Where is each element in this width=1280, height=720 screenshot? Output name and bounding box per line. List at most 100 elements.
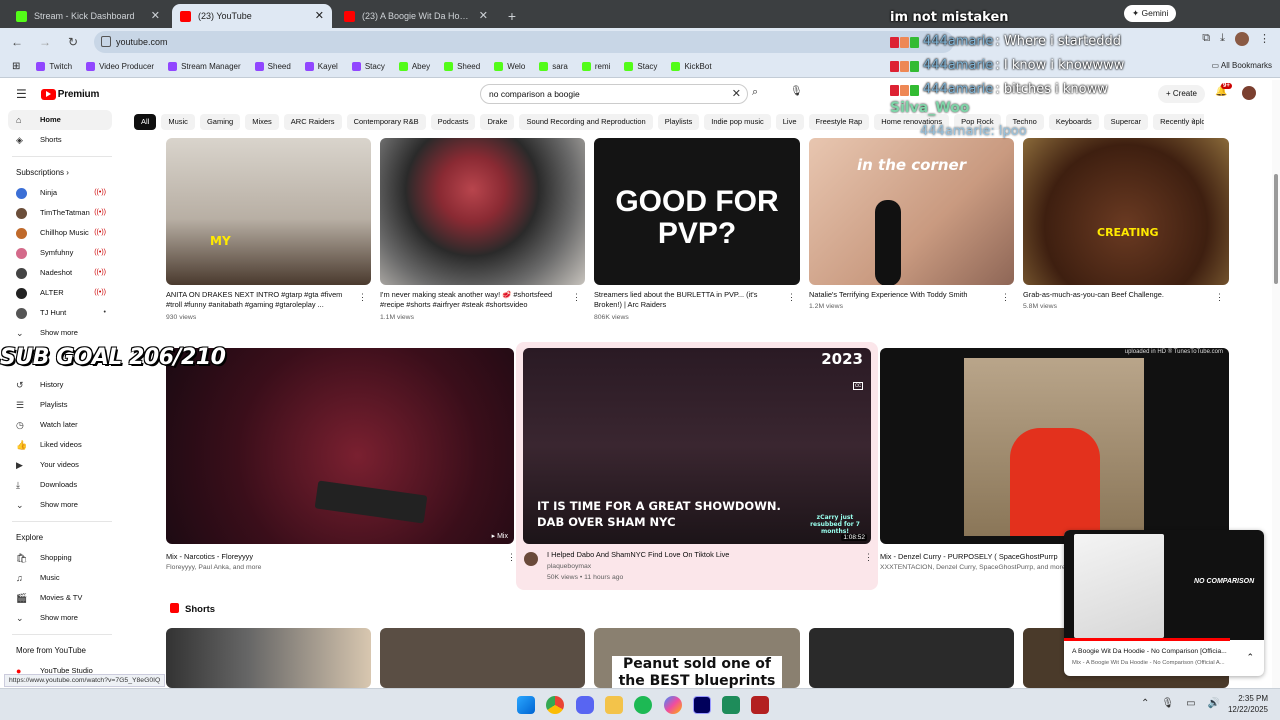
sidebar-item-music[interactable]: ♫ Music [0, 568, 124, 588]
sidebar-item-downloads[interactable]: ⤓ Downloads [0, 475, 124, 495]
more-options-icon[interactable]: ⋮ [572, 292, 581, 303]
more-options-icon[interactable]: ⋮ [864, 552, 873, 563]
search-icon[interactable]: ⌕ [752, 86, 758, 99]
video-thumbnail[interactable]: MY [166, 138, 371, 285]
search-input[interactable]: no comparison a boogie ✕ [480, 84, 748, 104]
sidebar-item-liked-videos[interactable]: 👍 Liked videos [0, 435, 124, 455]
chip-podcasts[interactable]: Podcasts [430, 114, 476, 130]
address-bar[interactable]: youtube.com [94, 31, 954, 53]
tab-youtube[interactable]: (23) YouTube ✕ [172, 4, 332, 28]
video-thumbnail[interactable]: in the corner [809, 138, 1014, 285]
tab-a-boogie[interactable]: (23) A Boogie Wit Da Hoodi ✕ [336, 4, 496, 28]
chips-next-icon[interactable]: › [1192, 115, 1195, 126]
video-title[interactable]: ANITA ON DRAKES NEXT INTRO #gtarp #gta #… [166, 290, 356, 310]
sidebar-item-history[interactable]: ↺ History [0, 375, 124, 395]
miniplayer-title[interactable]: A Boogie Wit Da Hoodie - No Comparison [… [1072, 648, 1244, 655]
mic-tray-icon[interactable]: 🎙 [1161, 698, 1174, 709]
chevron-up-icon[interactable]: ⌃ [1141, 698, 1149, 709]
bookmark-item[interactable]: Twitch [36, 62, 72, 71]
channel-avatar[interactable] [524, 552, 538, 566]
chip-gaming[interactable]: Gaming [199, 114, 241, 130]
app-icon[interactable] [722, 696, 740, 714]
subscriptions-heading[interactable]: Subscriptions › [0, 163, 124, 183]
chrome-icon[interactable] [546, 696, 564, 714]
bookmark-item[interactable]: Stacy [351, 62, 385, 71]
chip-all[interactable]: All [134, 114, 157, 130]
bookmark-item[interactable]: Kayel [304, 62, 338, 71]
chip-live[interactable]: Live [775, 114, 804, 130]
sidebar-item-subscription[interactable]: Symfuhny ((•)) [0, 243, 124, 263]
chip-contemporary-r-b[interactable]: Contemporary R&B [346, 114, 426, 130]
more-options-icon[interactable]: ⋮ [507, 552, 516, 563]
video-title[interactable]: I Helped Dabo And ShamNYC Find Love On T… [547, 550, 847, 560]
bookmark-item[interactable]: Abey [398, 62, 430, 71]
chip-recently-uploaded[interactable]: Recently uploaded [1153, 114, 1204, 130]
expand-icon[interactable]: ⌃ [1246, 652, 1254, 663]
clear-search-icon[interactable]: ✕ [732, 85, 741, 103]
chip-playlists[interactable]: Playlists [657, 114, 700, 130]
sidebar-item-movies-tv[interactable]: 🎬 Movies & TV [0, 588, 124, 608]
video-thumbnail[interactable] [380, 138, 585, 285]
page-scrollbar[interactable] [1272, 80, 1280, 688]
bookmark-item[interactable]: Stacy [624, 62, 657, 71]
tab-kick-dashboard[interactable]: Stream - Kick Dashboard ✕ [8, 4, 168, 28]
close-tab-icon[interactable]: ✕ [151, 4, 160, 28]
short-thumbnail[interactable] [809, 628, 1014, 688]
spotify-icon[interactable] [634, 696, 652, 714]
chip-freestyle-rap[interactable]: Freestyle Rap [808, 114, 870, 130]
video-title[interactable]: Mix - Denzel Curry - PURPOSELY ( SpaceGh… [880, 552, 1080, 562]
video-title[interactable]: Streamers lied about the BURLETTA in PVP… [594, 290, 784, 310]
sidebar-item-subscription[interactable]: ALTER ((•)) [0, 283, 124, 303]
short-thumbnail[interactable] [166, 628, 371, 688]
sidebar-item-home[interactable]: ⌂ Home [8, 110, 112, 130]
sidebar-item-your-videos[interactable]: ▶ Your videos [0, 455, 124, 475]
chip-music[interactable]: Music [161, 114, 195, 130]
scrollbar-thumb[interactable] [1274, 174, 1278, 284]
sidebar-item-subscription[interactable]: Ninja ((•)) [0, 183, 124, 203]
chip-keyboards[interactable]: Keyboards [1048, 114, 1099, 130]
youtube-logo[interactable]: Premium [40, 88, 99, 100]
show-more-explore[interactable]: ⌄ Show more [0, 608, 124, 628]
chip-drake[interactable]: Drake [480, 114, 515, 130]
sidebar-item-watch-later[interactable]: ◷ Watch later [0, 415, 124, 435]
site-info-icon[interactable] [101, 36, 111, 47]
app-icon[interactable] [751, 696, 769, 714]
sidebar-item-playlists[interactable]: ☰ Playlists [0, 395, 124, 415]
more-options-icon[interactable]: ⋮ [1001, 292, 1010, 303]
video-title[interactable]: Grab-as-much-as-you-can Beef Challenge. [1023, 290, 1213, 300]
more-options-icon[interactable]: ⋮ [787, 292, 796, 303]
chip-sound-recording-and-reproduction[interactable]: Sound Recording and Reproduction [519, 114, 653, 130]
bookmark-item[interactable]: remi [581, 62, 610, 71]
bookmark-item[interactable]: Sheed [254, 62, 291, 71]
menu-icon[interactable]: ☰ [16, 87, 27, 101]
forward-icon[interactable]: → [34, 35, 56, 49]
sidebar-item-shopping[interactable]: 🛍 Shopping [0, 548, 124, 568]
sidebar-item-subscription[interactable]: TJ Hunt • [0, 303, 124, 323]
close-tab-icon[interactable]: ✕ [479, 4, 488, 28]
miniplayer-video[interactable]: NO COMPARISON [1064, 530, 1264, 640]
bookmark-item[interactable]: Stream Manager [168, 62, 241, 71]
back-icon[interactable]: ← [6, 35, 28, 49]
bookmark-item[interactable]: sara [539, 62, 568, 71]
file-explorer-icon[interactable] [605, 696, 623, 714]
video-title[interactable]: I'm never making steak another way! 🥩 #s… [380, 290, 570, 310]
mic-icon[interactable]: 🎙 [790, 86, 803, 97]
chip-indie-pop-music[interactable]: Indie pop music [704, 114, 771, 130]
chip-supercar[interactable]: Supercar [1103, 114, 1149, 130]
video-thumbnail[interactable]: uploaded in HD ® TunesToTube.com [880, 348, 1229, 544]
reload-icon[interactable]: ↻ [62, 35, 84, 49]
clock[interactable]: 2:35 PM 12/22/2025 [1228, 693, 1268, 715]
channel-name[interactable]: plaqueboymax [547, 563, 591, 570]
sidebar-item-subscription[interactable]: TimTheTatman ((•)) [0, 203, 124, 223]
more-options-icon[interactable]: ⋮ [358, 292, 367, 303]
close-tab-icon[interactable]: ✕ [315, 4, 324, 28]
bookmark-item[interactable]: Video Producer [86, 62, 154, 71]
sidebar-item-subscription[interactable]: Chillhop Music ((•)) [0, 223, 124, 243]
miniplayer[interactable]: NO COMPARISON A Boogie Wit Da Hoodie - N… [1064, 530, 1264, 676]
bookmark-item[interactable]: KickBot [671, 62, 712, 71]
copilot-icon[interactable] [664, 696, 682, 714]
new-tab-button[interactable]: + [500, 4, 524, 28]
video-title[interactable]: Natalie's Terrifying Experience With Tod… [809, 290, 999, 300]
start-icon[interactable] [517, 696, 535, 714]
show-more-subscriptions[interactable]: ⌄ Show more [0, 323, 124, 343]
